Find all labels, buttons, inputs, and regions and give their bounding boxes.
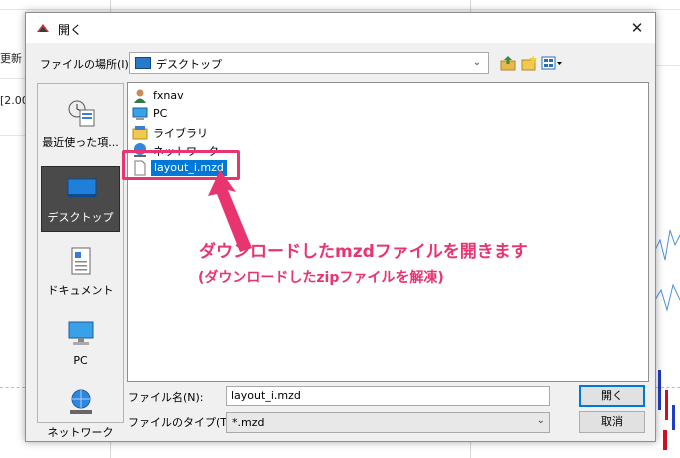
place-label: PC: [73, 354, 88, 367]
chevron-down-icon: ⌄: [536, 415, 545, 426]
background-label: 更新: [0, 52, 22, 65]
places-bar: 最近使った項... デスクトップ ドキュメント PC ネットワーク: [37, 83, 124, 439]
place-desktop[interactable]: デスクトップ: [41, 166, 120, 232]
list-item[interactable]: fxnav: [132, 87, 332, 105]
network-icon: [70, 389, 92, 414]
location-label: ファイルの場所(I):: [40, 58, 133, 71]
pc-icon: [68, 321, 94, 345]
location-value: デスクトップ: [156, 58, 222, 71]
place-network[interactable]: ネットワーク: [41, 382, 120, 448]
place-label: 最近使った項...: [42, 136, 119, 149]
desktop-icon: [67, 178, 97, 197]
documents-icon: [71, 247, 91, 275]
user-folder-icon: [134, 89, 146, 103]
view-menu-icon[interactable]: [541, 55, 563, 71]
background-gridline: [0, 78, 25, 79]
place-documents[interactable]: ドキュメント: [41, 240, 120, 306]
dialog-titlebar[interactable]: 開く ✕: [26, 13, 655, 43]
new-folder-icon[interactable]: [521, 55, 537, 71]
close-button[interactable]: ✕: [627, 18, 647, 38]
app-icon: [37, 24, 49, 32]
background-gridline: [0, 135, 25, 136]
filetype-label: ファイルのタイプ(T):: [128, 416, 236, 429]
place-recent[interactable]: 最近使った項...: [41, 92, 120, 158]
cancel-button[interactable]: 取消: [579, 411, 645, 433]
background-dashed-line: [0, 387, 25, 388]
annotation-main-text: ダウンロードしたmzdファイルを開きます: [199, 242, 528, 262]
filename-label: ファイル名(N):: [128, 391, 204, 404]
file-name: fxnav: [153, 89, 184, 102]
place-label: ネットワーク: [47, 426, 114, 439]
open-button[interactable]: 開く: [579, 385, 645, 407]
chevron-down-icon: ⌄: [472, 57, 482, 68]
library-icon: [132, 126, 148, 140]
place-label: デスクトップ: [47, 211, 114, 224]
dialog-title: 開く: [58, 23, 83, 37]
up-folder-icon[interactable]: [500, 55, 516, 71]
annotation-sub-text: (ダウンロードしたzipファイルを解凍): [198, 270, 444, 286]
location-combobox[interactable]: デスクトップ ⌄: [129, 52, 489, 74]
filetype-value: *.mzd: [232, 416, 265, 429]
background-chart: [655, 229, 680, 450]
background-toolbar: [0, 0, 680, 10]
place-pc[interactable]: PC: [41, 312, 120, 378]
recent-icon: [68, 100, 95, 127]
pc-icon: [132, 107, 148, 120]
filename-input[interactable]: layout_i.mzd: [226, 386, 550, 406]
filetype-select[interactable]: *.mzd ⌄: [226, 412, 550, 433]
file-name: ライブラリ: [153, 127, 208, 140]
list-item[interactable]: PC: [132, 105, 332, 123]
open-file-dialog: 開く ✕ ファイルの場所(I): デスクトップ ⌄ 最近使った項... デスクト…: [25, 12, 656, 442]
list-item[interactable]: ライブラリ: [132, 123, 332, 141]
place-label: ドキュメント: [47, 284, 114, 297]
desktop-icon: [135, 57, 151, 69]
file-name: PC: [153, 107, 168, 120]
